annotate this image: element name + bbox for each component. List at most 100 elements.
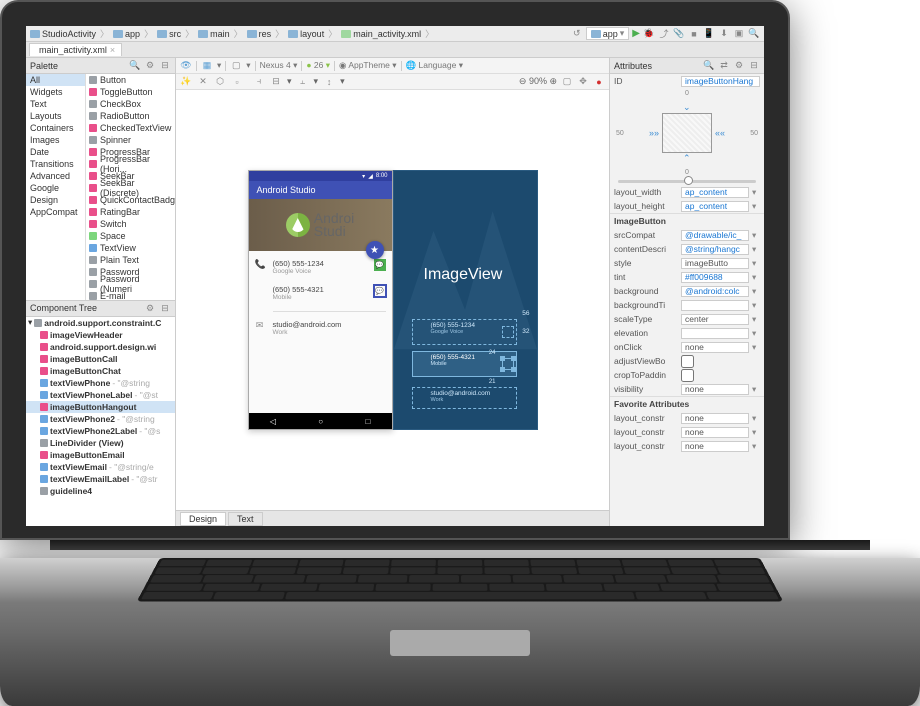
attr-value[interactable]: none bbox=[681, 427, 749, 438]
palette-item[interactable]: SeekBar (Discrete) bbox=[86, 182, 175, 194]
debug-button[interactable]: 🐞 bbox=[643, 28, 655, 40]
expand-icon[interactable]: ↕ bbox=[323, 76, 335, 88]
attr-checkbox[interactable] bbox=[681, 355, 694, 368]
id-field[interactable]: imageButtonHang bbox=[681, 76, 760, 87]
palette-search-icon[interactable]: 🔍 bbox=[129, 60, 141, 72]
stop-button[interactable]: ■ bbox=[688, 28, 700, 40]
editor-tab[interactable]: main_activity.xml × bbox=[29, 43, 122, 56]
attr-value[interactable]: imageButto bbox=[681, 258, 749, 269]
margin-left[interactable]: 50 bbox=[616, 130, 624, 137]
attr-value[interactable]: @string/hangc bbox=[681, 244, 749, 255]
dropdown-icon[interactable]: ▾ bbox=[752, 441, 760, 452]
avd-button[interactable]: 📱 bbox=[703, 28, 715, 40]
dropdown-icon[interactable]: ▾ bbox=[752, 230, 760, 241]
palette-item[interactable]: Plain Text bbox=[86, 254, 175, 266]
palette-category[interactable]: Layouts bbox=[26, 110, 85, 122]
palette-category[interactable]: Design bbox=[26, 194, 85, 206]
gear-icon[interactable]: ⚙ bbox=[733, 60, 745, 72]
palette-item[interactable]: RatingBar bbox=[86, 206, 175, 218]
path-crumb[interactable]: main bbox=[198, 29, 230, 39]
margin-top[interactable]: 0 bbox=[685, 90, 689, 97]
bias-slider[interactable] bbox=[618, 180, 756, 183]
bp-row-selected[interactable]: (650) 555-4321 Mobile 24 bbox=[412, 351, 517, 377]
palette-item[interactable]: Switch bbox=[86, 218, 175, 230]
palette-category[interactable]: Advanced bbox=[26, 170, 85, 182]
infer-icon[interactable]: ⬡ bbox=[214, 76, 226, 88]
blueprint-view[interactable]: ImageView 56 (650) 555-1234 Google Voice… bbox=[393, 170, 538, 430]
eye-icon[interactable]: 👁 bbox=[180, 60, 192, 72]
pack-icon[interactable]: ⊟ bbox=[270, 76, 282, 88]
tree-node[interactable]: imageButtonChat bbox=[26, 365, 175, 377]
gear-icon[interactable]: ⚙ bbox=[144, 302, 156, 314]
resize-handle[interactable] bbox=[500, 356, 505, 361]
tree-node[interactable]: imageViewHeader bbox=[26, 329, 175, 341]
palette-item[interactable]: CheckBox bbox=[86, 98, 175, 110]
attr-value[interactable]: #ff009688 bbox=[681, 272, 749, 283]
collapse-icon[interactable]: ⊟ bbox=[748, 60, 760, 72]
resize-handle[interactable] bbox=[500, 367, 505, 372]
palette-item[interactable]: Button bbox=[86, 74, 175, 86]
attach-button[interactable]: 📎 bbox=[673, 28, 685, 40]
guideline-icon[interactable]: ⫠ bbox=[297, 76, 309, 88]
clear-constraints-icon[interactable]: ✕ bbox=[197, 76, 209, 88]
recent-icon[interactable]: □ bbox=[365, 417, 370, 426]
tree-node[interactable]: textViewEmail - "@string/e bbox=[26, 461, 175, 473]
device-dropdown[interactable]: Nexus 4 ▾ bbox=[260, 60, 298, 71]
design-canvas[interactable]: ▾◢8:00 Android Studio AndroiStudi ★ 📞 bbox=[176, 90, 609, 510]
dropdown-icon[interactable]: ▾ bbox=[752, 286, 760, 297]
favorite-icon[interactable]: ⇄ bbox=[718, 60, 730, 72]
sync-icon[interactable]: ↺ bbox=[571, 28, 583, 40]
gear-icon[interactable]: ⚙ bbox=[144, 60, 156, 72]
attr-value[interactable]: center bbox=[681, 314, 749, 325]
api-dropdown[interactable]: ● 26 ▾ bbox=[306, 60, 330, 71]
attr-value[interactable]: none bbox=[681, 413, 749, 424]
constraint-widget[interactable]: 50 50 0 0 »» «« ⌄ ⌃ bbox=[610, 88, 764, 178]
hangout-button[interactable]: 💬 bbox=[374, 285, 386, 297]
file-crumb[interactable]: main_activity.xml bbox=[341, 29, 421, 39]
collapse-icon[interactable]: ⊟ bbox=[159, 60, 171, 72]
search-icon[interactable]: 🔍 bbox=[703, 60, 715, 72]
palette-item[interactable]: ProgressBar (Hori... bbox=[86, 158, 175, 170]
palette-category[interactable]: Widgets bbox=[26, 86, 85, 98]
palette-category[interactable]: All bbox=[26, 74, 85, 86]
attr-value[interactable]: @android:colc bbox=[681, 286, 749, 297]
tree-node[interactable]: textViewPhone - "@string bbox=[26, 377, 175, 389]
orientation-icon[interactable]: ▢ bbox=[230, 60, 242, 72]
run-config-dropdown[interactable]: app▾ bbox=[586, 27, 630, 40]
resize-handle[interactable] bbox=[511, 356, 516, 361]
dropdown-icon[interactable]: ▾ bbox=[752, 244, 760, 255]
dropdown-icon[interactable]: ▾ bbox=[752, 328, 760, 339]
path-crumb[interactable]: layout bbox=[288, 29, 324, 39]
tree-node[interactable]: imageButtonEmail bbox=[26, 449, 175, 461]
palette-item[interactable]: TextView bbox=[86, 242, 175, 254]
pan-icon[interactable]: ✥ bbox=[577, 76, 589, 88]
palette-category[interactable]: Containers bbox=[26, 122, 85, 134]
attr-value[interactable]: ap_content bbox=[681, 201, 749, 212]
attr-value[interactable] bbox=[681, 328, 749, 339]
attr-value[interactable] bbox=[681, 300, 749, 311]
path-crumb[interactable]: res bbox=[247, 29, 272, 39]
dropdown-icon[interactable]: ▾ bbox=[752, 300, 760, 311]
margin-icon[interactable]: ▫ bbox=[231, 76, 243, 88]
constraint-arrow-icon[interactable]: ⌄ bbox=[683, 102, 691, 113]
search-icon[interactable]: 🔍 bbox=[748, 28, 760, 40]
palette-item[interactable]: Spinner bbox=[86, 134, 175, 146]
constraint-arrow-icon[interactable]: ⌃ bbox=[683, 153, 691, 164]
path-crumb[interactable]: src bbox=[157, 29, 181, 39]
theme-dropdown[interactable]: ◉ AppTheme ▾ bbox=[339, 60, 397, 71]
tree-node[interactable]: LineDivider (View) bbox=[26, 437, 175, 449]
dropdown-icon[interactable]: ▾ bbox=[752, 384, 760, 395]
text-tab[interactable]: Text bbox=[228, 512, 263, 526]
resize-handle[interactable] bbox=[511, 367, 516, 372]
language-dropdown[interactable]: 🌐 Language ▾ bbox=[406, 60, 463, 71]
profile-button[interactable]: ⤴ bbox=[658, 28, 670, 40]
palette-item[interactable]: ToggleButton bbox=[86, 86, 175, 98]
sdk-button[interactable]: ⬇ bbox=[718, 28, 730, 40]
dropdown-icon[interactable]: ▾ bbox=[752, 314, 760, 325]
dropdown-icon[interactable]: ▾ bbox=[752, 427, 760, 438]
palette-category[interactable]: Text bbox=[26, 98, 85, 110]
chat-button[interactable]: 💬 bbox=[374, 259, 386, 271]
error-icon[interactable]: ● bbox=[593, 76, 605, 88]
dropdown-icon[interactable]: ▾ bbox=[752, 201, 760, 212]
palette-item[interactable]: RadioButton bbox=[86, 110, 175, 122]
